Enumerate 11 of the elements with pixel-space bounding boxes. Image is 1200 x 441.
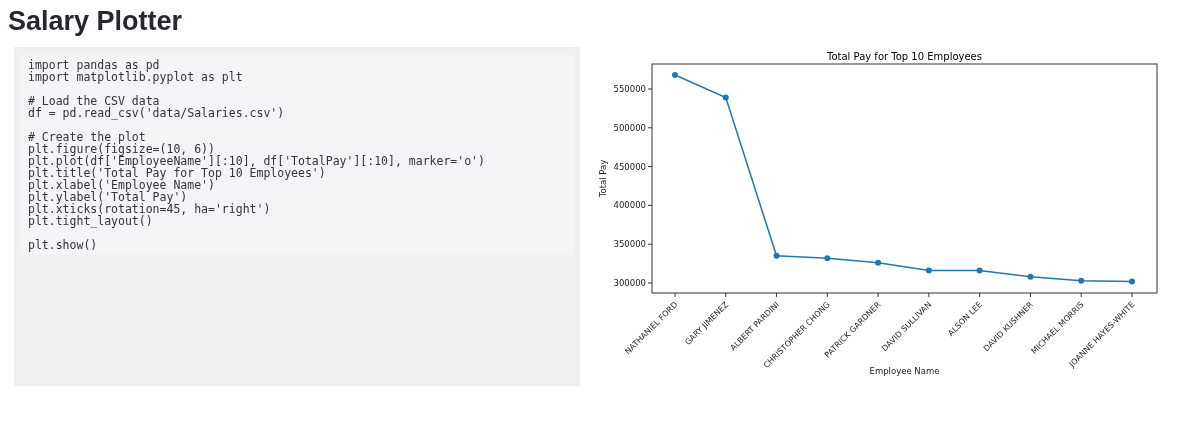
y-tick-label: 350000	[613, 239, 646, 250]
y-axis-label: Total Pay	[598, 159, 608, 198]
y-tick-label: 500000	[613, 122, 646, 133]
y-tick-label: 550000	[613, 84, 646, 94]
page-title: Salary Plotter	[7, 5, 183, 38]
y-tick-label: 450000	[613, 161, 646, 172]
x-axis-label: Employee Name	[869, 366, 940, 376]
code-block: import pandas as pd import matplotlib.pyplot as plt # Load the CSV data df = pd.read_csv('data/Salaries.csv') # Create the plot plt.figure(figsize=(10, 6)) plt.plot(df['EmployeeName'][:10], df['TotalPay'][:10], marker='o') plt.title('Total Pay for Top 10 Employees') plt.xlabel('Employee Name') plt.ylabel('Total Pay') plt.xticks(rotation=45, ha='right') plt.tight_layout() plt.show()	[20, 55, 574, 255]
chart-title: Total Pay for Top 10 Employees	[827, 51, 982, 62]
y-tick-label: 400000	[613, 200, 646, 211]
y-tick-label: 300000	[613, 278, 646, 288]
